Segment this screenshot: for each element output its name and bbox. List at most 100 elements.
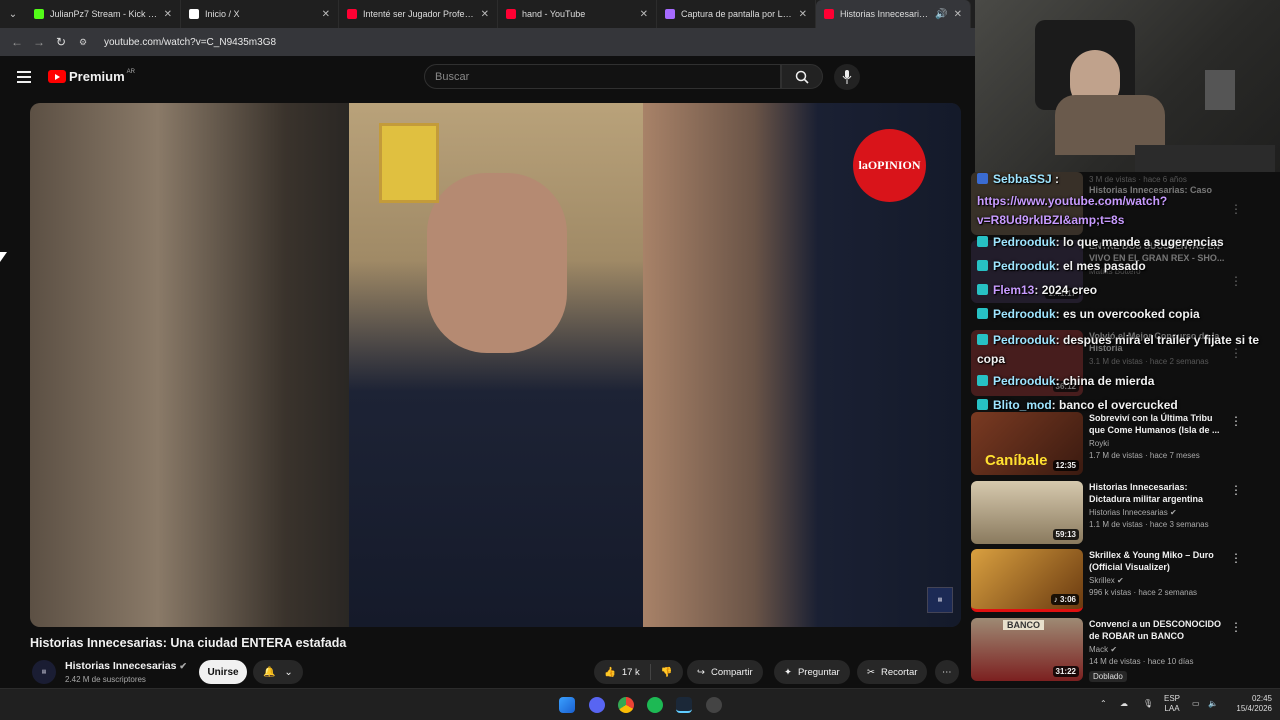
chat-badge-icon xyxy=(977,334,988,345)
forward-arrow-icon[interactable]: → xyxy=(28,35,50,49)
chat-username: Flem13 xyxy=(993,283,1035,297)
chat-badge-icon xyxy=(977,284,988,295)
tab-x[interactable]: Inicio / X ✕ xyxy=(181,0,339,28)
chat-text: : china de mierda xyxy=(1055,374,1155,388)
language-indicator[interactable]: ESP LAA xyxy=(1164,694,1180,714)
url-field[interactable]: youtube.com/watch?v=C_N9435m3G8 xyxy=(104,37,276,48)
channel-name[interactable]: Historias Innecesarias ✔ xyxy=(65,660,187,672)
app-icon[interactable] xyxy=(706,697,722,713)
more-vert-icon[interactable]: ⋮ xyxy=(1230,274,1242,288)
search-input[interactable]: Buscar xyxy=(424,64,781,89)
menu-icon[interactable] xyxy=(17,71,31,86)
chat-username: Pedrooduk xyxy=(993,259,1056,273)
speaker-icon[interactable]: 🔊 xyxy=(935,9,947,20)
like-button[interactable]: 👍 17 k 👎 xyxy=(594,660,683,684)
chat-username: Pedrooduk xyxy=(993,374,1056,388)
chrome-icon[interactable] xyxy=(618,697,634,713)
channel-avatar[interactable]: ▦ xyxy=(32,660,56,684)
reload-icon[interactable]: ↻ xyxy=(50,35,72,49)
chat-username: Pedrooduk xyxy=(993,307,1056,321)
more-vert-icon[interactable]: ⋮ xyxy=(1230,483,1242,497)
chat-username: SebbaSSJ xyxy=(993,172,1052,186)
close-tab-icon[interactable]: ✕ xyxy=(322,9,330,20)
verified-icon: ✔ xyxy=(1117,576,1124,585)
thumbs-down-icon[interactable]: 👎 xyxy=(661,667,673,678)
video-duration: 12:35 xyxy=(1052,460,1079,471)
close-tab-icon[interactable]: ✕ xyxy=(640,9,648,20)
subscriber-count: 2.42 M de suscriptores xyxy=(65,675,146,684)
voice-search-button[interactable] xyxy=(834,64,860,90)
more-vert-icon[interactable]: ⋮ xyxy=(1230,620,1242,634)
chat-link[interactable]: https://www.youtube.com/watch?v=R8Ud9rkI… xyxy=(977,192,1177,230)
ask-label: Preguntar xyxy=(797,666,840,678)
recommended-video[interactable]: BANCO 31:22 Convencí a un DESCONOCIDO de … xyxy=(971,618,1271,682)
chat-text: : es un overcooked copia xyxy=(1055,307,1200,321)
close-tab-icon[interactable]: ✕ xyxy=(481,9,489,20)
video-thumbnail[interactable]: Caníbale 12:35 xyxy=(971,412,1083,475)
video-channel: Mack xyxy=(1089,645,1109,654)
channel-watermark[interactable]: ▦ xyxy=(927,587,953,613)
recommended-video[interactable]: Caníbale 12:35 Sobreviví con la Última Tr… xyxy=(971,412,1271,476)
video-player[interactable]: laOPINION ▦ xyxy=(30,103,961,627)
network-icon[interactable]: ☁ xyxy=(1120,699,1128,709)
video-thumbnail[interactable]: 59:13 xyxy=(971,481,1083,544)
more-vert-icon[interactable]: ⋮ xyxy=(1230,414,1242,428)
close-tab-icon[interactable]: ✕ xyxy=(799,9,807,20)
search-icon xyxy=(795,70,809,84)
search-button[interactable] xyxy=(781,64,823,89)
tab-kick[interactable]: JulianPz7 Stream - Kick Dashbo ✕ xyxy=(26,0,181,28)
chat-message: Pedrooduk: lo que mande a sugerencias xyxy=(977,235,1224,249)
ask-button[interactable]: ✦ Preguntar xyxy=(774,660,850,684)
volume-icon[interactable]: 🔈 xyxy=(1208,699,1218,709)
video-title: Historias Innecesarias: Una ciudad ENTER… xyxy=(30,636,347,650)
join-button[interactable]: Unirse xyxy=(199,660,247,684)
clip-label: Recortar xyxy=(880,666,918,678)
video-views: 1.7 M de vistas · hace 7 meses xyxy=(1089,451,1200,460)
chat-message: Pedrooduk: el mes pasado xyxy=(977,259,1146,273)
steam-icon[interactable] xyxy=(676,697,692,713)
youtube-premium-logo[interactable]: Premium AR xyxy=(48,69,135,84)
more-actions-button[interactable]: ⋯ xyxy=(935,660,959,684)
recommended-video[interactable]: ♪ 3:06 Skrillex & Young Miko – Duro (Off… xyxy=(971,549,1271,613)
chat-badge-icon xyxy=(977,260,988,271)
tab-historias-active[interactable]: Historias Innecesarias: Una 🔊 ✕ xyxy=(816,0,971,28)
recommended-video[interactable]: 59:13 Historias Innecesarias: Dictadura … xyxy=(971,481,1271,545)
video-panel-left xyxy=(30,103,349,627)
tab-lightshot[interactable]: Captura de pantalla por Lightsh ✕ xyxy=(657,0,816,28)
chevron-up-icon[interactable]: ⌃ xyxy=(1100,699,1107,709)
dubbed-badge: Doblado xyxy=(1089,671,1127,682)
more-vert-icon[interactable]: ⋮ xyxy=(1230,551,1242,565)
region-label: AR xyxy=(126,68,135,75)
microphone-tray-icon[interactable]: 🎙 xyxy=(1143,699,1153,709)
windows-start-icon[interactable] xyxy=(559,697,575,713)
tab-search-chevron-icon[interactable]: ⌄ xyxy=(0,0,26,28)
thumbs-up-icon: 👍 xyxy=(604,666,616,678)
video-thumbnail[interactable]: BANCO 31:22 xyxy=(971,618,1083,681)
wall-painting xyxy=(379,123,439,203)
share-button[interactable]: ↪ Compartir xyxy=(687,660,763,684)
address-bar: ← → ↻ ⚙ youtube.com/watch?v=C_N9435m3G8 xyxy=(0,28,975,56)
video-thumbnail[interactable]: ♪ 3:06 xyxy=(971,549,1083,612)
tab-youtube-hand[interactable]: hand - YouTube ✕ xyxy=(498,0,657,28)
chat-text: : banco el overcucked xyxy=(1051,398,1178,412)
chat-username: Pedrooduk xyxy=(993,333,1056,347)
discord-icon[interactable] xyxy=(589,697,605,713)
microphone-icon xyxy=(842,70,852,84)
clock[interactable]: 02:45 15/4/2026 xyxy=(1226,694,1272,714)
youtube-play-icon xyxy=(48,70,66,83)
video-duration-value: 3:06 xyxy=(1059,595,1076,604)
spotify-icon[interactable] xyxy=(647,697,663,713)
clip-button[interactable]: ✂ Recortar xyxy=(857,660,928,684)
more-vert-icon[interactable]: ⋮ xyxy=(1230,202,1242,216)
language-code: ESP xyxy=(1164,694,1181,703)
notifications-button[interactable]: 🔔 ⌄ xyxy=(253,660,303,684)
chat-username: Pedrooduk xyxy=(993,235,1056,249)
close-tab-icon[interactable]: ✕ xyxy=(164,9,172,20)
display-icon[interactable]: ▭ xyxy=(1192,699,1200,709)
tab-youtube-jugador[interactable]: Intenté ser Jugador Profesional ✕ xyxy=(339,0,498,28)
back-arrow-icon[interactable]: ← xyxy=(6,35,28,49)
site-info-icon[interactable]: ⚙ xyxy=(72,37,94,48)
keyboard-layout: LAA xyxy=(1164,704,1180,713)
thumbnail-text: Caníbale xyxy=(985,452,1048,469)
close-tab-icon[interactable]: ✕ xyxy=(954,9,962,20)
